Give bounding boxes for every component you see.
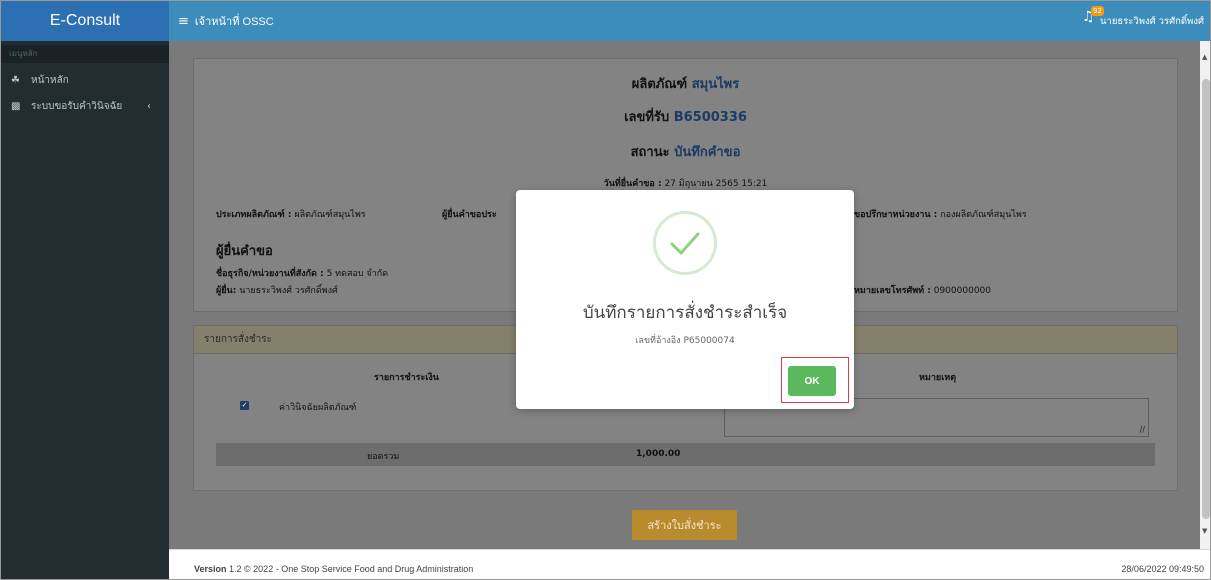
consult-unit-value: กองผลิตภัณฑ์สมุนไพร	[940, 210, 1027, 220]
status-label: สถานะ	[630, 145, 670, 160]
date-label: วันที่ยื่นคำขอ :	[603, 179, 662, 189]
product-label: ผลิตภัณฑ์	[631, 77, 688, 92]
applicant-name: ผู้ยื่น: นายธระวิพงศ์ วรศักดิ์พงศ์	[216, 283, 338, 297]
footer: Version 1.2 © 2022 - One Stop Service Fo…	[169, 549, 1210, 579]
header-title: เจ้าหน้าที่ OSSC	[194, 16, 274, 28]
sidebar-item-home[interactable]: ☘ หน้าหลัก	[1, 67, 169, 93]
payment-item-label: ค่าวินิจฉัยผลิตภัณฑ์	[279, 403, 357, 413]
business-label: ชื่อธุรกิจ/หน่วยงานที่สังกัด :	[216, 269, 324, 279]
chevron-left-icon: ‹	[147, 100, 151, 112]
success-check-icon	[653, 211, 717, 275]
version-text: 1.2 © 2022 - One Stop Service Food and D…	[229, 564, 474, 574]
sidebar-item-label: หน้าหลัก	[31, 74, 69, 86]
menu-toggle-icon[interactable]: ≡	[178, 14, 189, 29]
app-window: E-Consult เมนูหลัก ☘ หน้าหลัก ▩ ระบบขอรั…	[0, 0, 1211, 580]
business-value: 5 ทดสอบ จำกัด	[326, 269, 389, 279]
top-header: ≡ เจ้าหน้าที่ OSSC ♫ 92 นายธระวิพงศ์ วรศ…	[169, 1, 1210, 41]
product-type-label: ประเภทผลิตภัณฑ์ :	[216, 210, 292, 220]
applicant-label: ผู้ยื่น:	[216, 286, 237, 296]
receipt-value: B6500336	[673, 110, 747, 125]
footer-timestamp: 28/06/2022 09:49:50	[1121, 564, 1204, 574]
applicant-heading: ผู้ยื่นคำขอ	[216, 244, 273, 259]
col-header-remark: หมายเหตุ	[919, 373, 957, 383]
success-modal: บันทึกรายการสั่งชำระสำเร็จ เลขที่อ้างอิง…	[516, 190, 854, 409]
modal-reference: เลขที่อ้างอิง P65000074	[635, 336, 735, 346]
receipt-number: เลขที่รับ B6500336	[194, 106, 1177, 127]
total-row: ยอดรวม 1,000.00	[216, 443, 1155, 466]
phone-number: หมายเลขโทรศัพท์ : 0900000000	[854, 283, 991, 297]
request-status: สถานะ บันทึกคำขอ	[194, 141, 1177, 162]
product-type-value: ผลิตภัณฑ์สมุนไพร	[294, 210, 366, 220]
submission-date: วันที่ยื่นคำขอ : 27 มิถุนายน 2565 15:21	[194, 176, 1177, 190]
ok-button[interactable]: OK	[788, 366, 836, 396]
sidebar-item-consult-request[interactable]: ▩ ระบบขอรับคำวินิจฉัย ‹	[1, 93, 169, 119]
phone-value: 0900000000	[933, 286, 991, 296]
product-type: ประเภทผลิตภัณฑ์ : ผลิตภัณฑ์สมุนไพร	[216, 207, 366, 221]
officer-label-text: ผู้ยื่นคำขอประ	[442, 210, 497, 220]
sidebar: E-Consult เมนูหลัก ☘ หน้าหลัก ▩ ระบบขอรั…	[1, 1, 169, 579]
home-icon: ☘	[11, 74, 20, 86]
resize-grip-icon[interactable]: ∕∕	[1140, 425, 1145, 434]
footer-version: Version 1.2 © 2022 - One Stop Service Fo…	[194, 564, 473, 574]
payment-item-checkbox[interactable]: ✓	[240, 401, 249, 410]
modal-title: บันทึกรายการสั่งชำระสำเร็จ	[582, 303, 788, 323]
create-payment-order-button[interactable]: สร้างใบสั่งชำระ	[632, 510, 737, 540]
sidebar-item-label: ระบบขอรับคำวินิจฉัย	[31, 100, 123, 112]
phone-label: หมายเลขโทรศัพท์ :	[854, 286, 931, 296]
scroll-up-icon[interactable]: ▲	[1202, 53, 1207, 61]
version-label: Version	[194, 564, 227, 574]
total-value: 1,000.00	[636, 449, 681, 459]
applicant-value: นายธระวิพงศ์ วรศักดิ์พงศ์	[239, 286, 338, 296]
status-value: บันทึกคำขอ	[674, 145, 741, 160]
col-header-item: รายการชำระเงิน	[374, 373, 439, 383]
receipt-label: เลขที่รับ	[624, 110, 670, 125]
officer-label: ผู้ยื่นคำขอประ	[442, 207, 497, 221]
sidebar-section-label: เมนูหลัก	[1, 45, 169, 63]
business-name: ชื่อธุรกิจ/หน่วยงานที่สังกัด : 5 ทดสอบ จ…	[216, 266, 388, 280]
product-title: ผลิตภัณฑ์ สมุนไพร	[194, 73, 1177, 94]
consult-unit-label: ขอปรึกษาหน่วยงาน :	[854, 210, 938, 220]
page-scrollbar[interactable]: ▲ ▼	[1200, 41, 1210, 549]
date-value: 27 มิถุนายน 2565 15:21	[664, 179, 768, 189]
brand-logo[interactable]: E-Consult	[1, 1, 169, 41]
scroll-thumb[interactable]	[1202, 79, 1210, 519]
scroll-down-icon[interactable]: ▼	[1202, 527, 1207, 535]
consult-unit: ขอปรึกษาหน่วยงาน : กองผลิตภัณฑ์สมุนไพร	[854, 207, 1027, 221]
user-menu[interactable]: นายธระวิพงศ์ วรศักดิ์พงศ์	[1100, 14, 1204, 29]
book-icon: ▩	[11, 100, 21, 112]
product-value: สมุนไพร	[691, 77, 740, 92]
total-label: ยอดรวม	[367, 452, 400, 462]
